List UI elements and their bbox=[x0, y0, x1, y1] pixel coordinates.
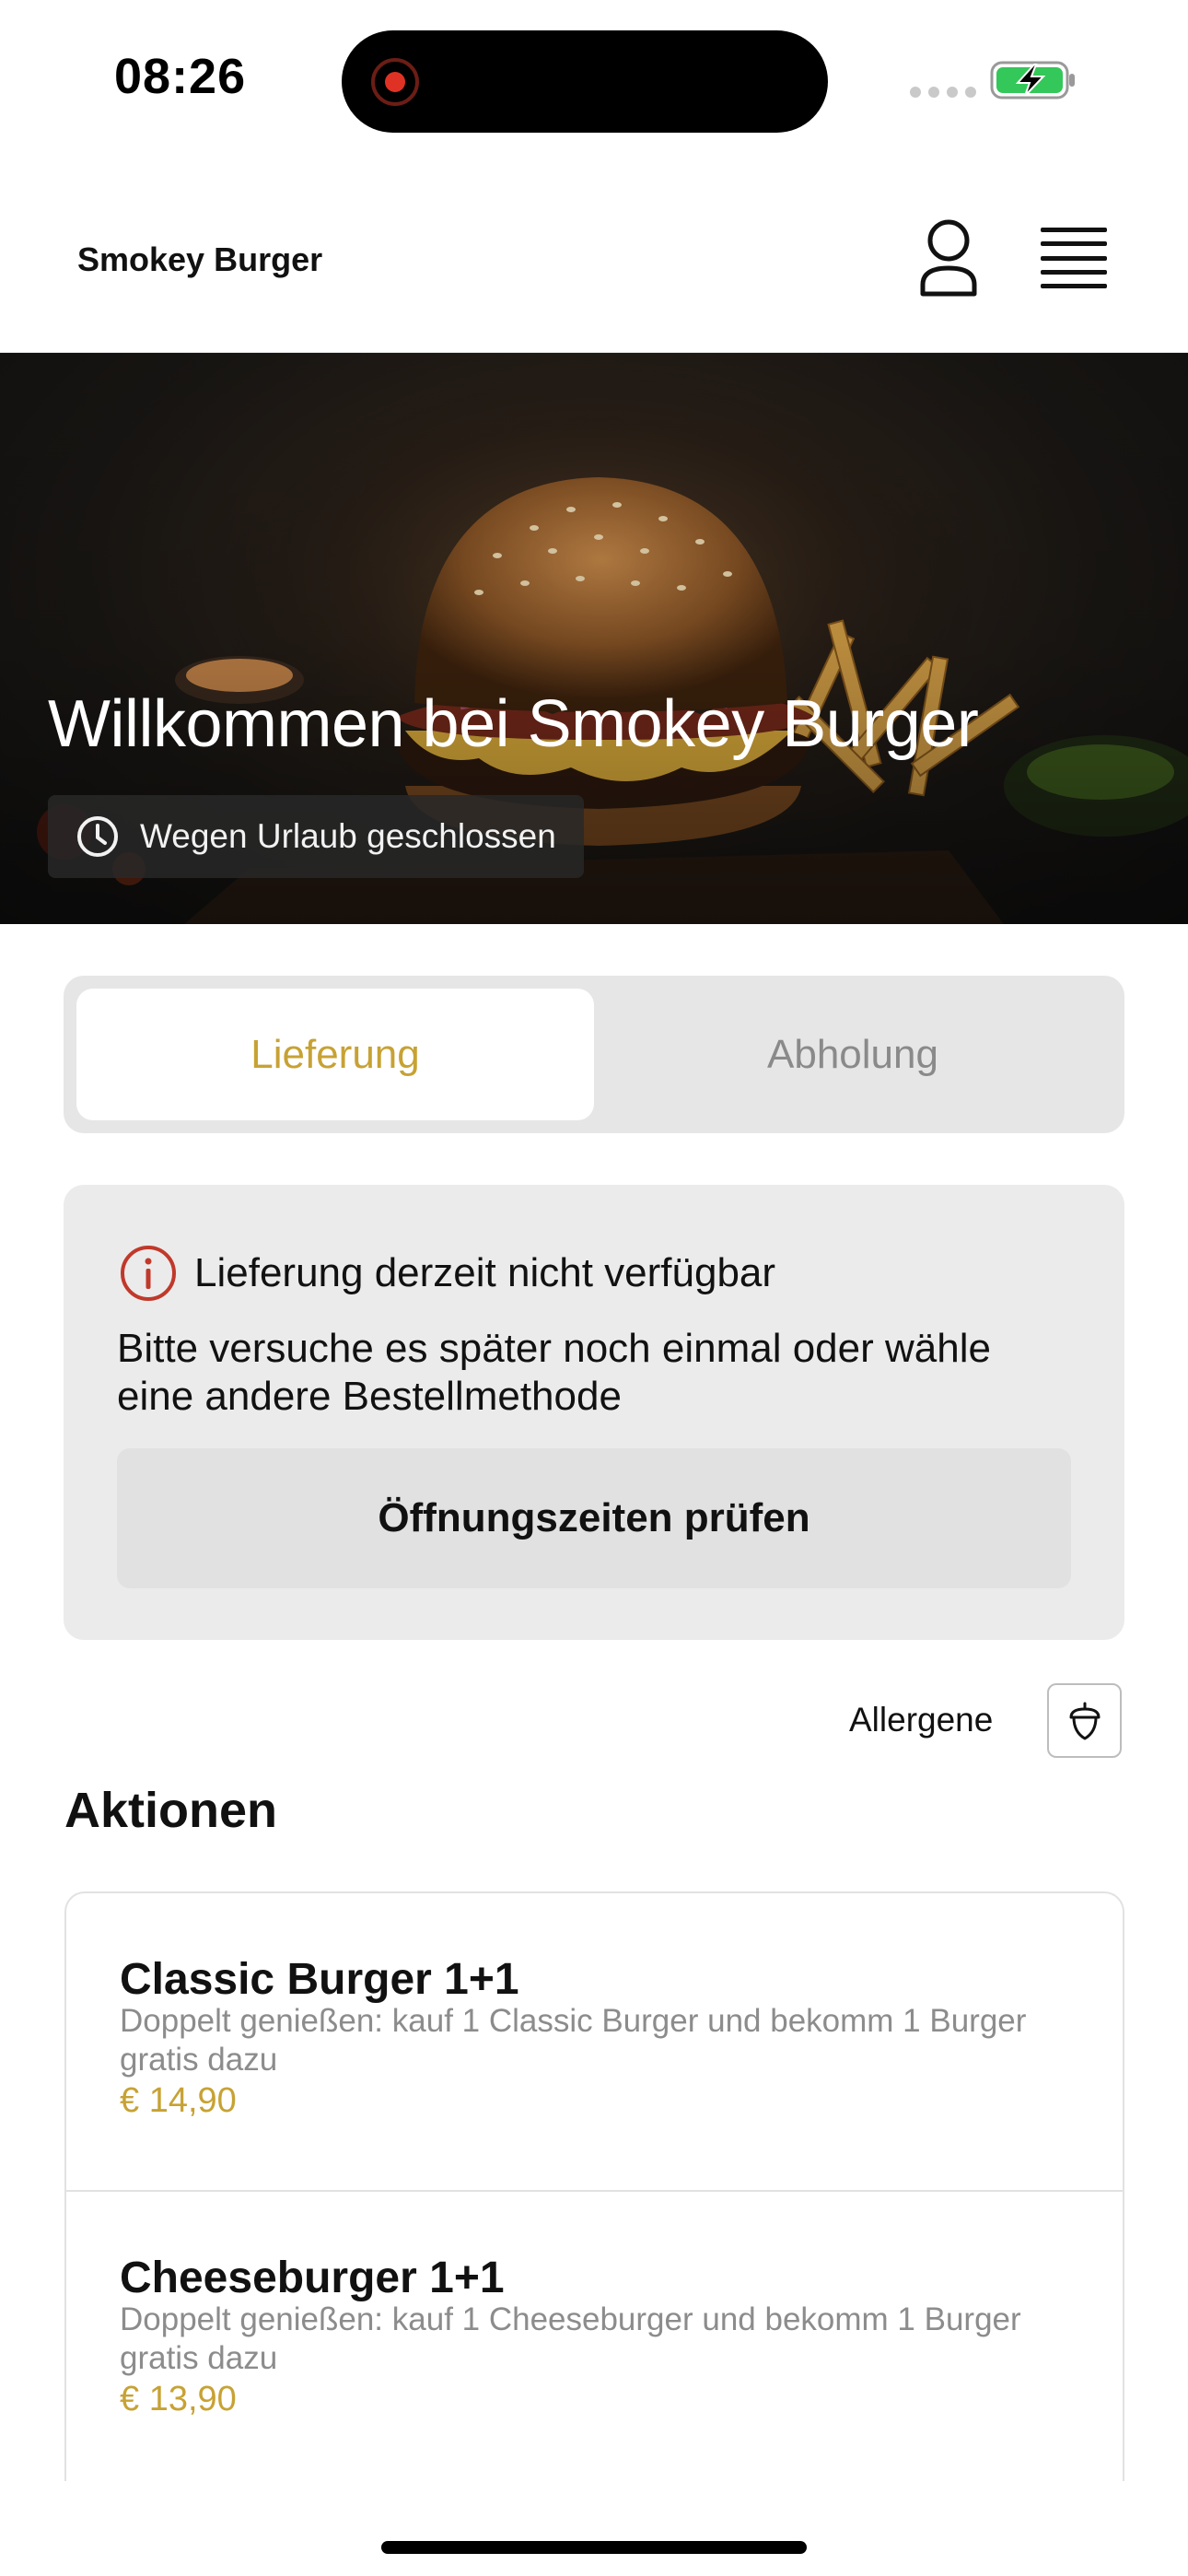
notice-title: Lieferung derzeit nicht verfügbar bbox=[194, 1250, 776, 1295]
delivery-unavailable-notice: Lieferung derzeit nicht verfügbar Bitte … bbox=[64, 1185, 1124, 1640]
clock-icon bbox=[77, 816, 118, 857]
acorn-icon bbox=[1069, 1702, 1100, 1739]
order-mode-toggle: Lieferung Abholung bbox=[64, 976, 1124, 1133]
product-price: € 13,90 bbox=[120, 2380, 237, 2418]
tab-delivery[interactable]: Lieferung bbox=[76, 989, 594, 1120]
product-description: Doppelt genießen: kauf 1 Cheeseburger un… bbox=[120, 2301, 1021, 2376]
product-name: Cheeseburger 1+1 bbox=[120, 2254, 505, 2302]
notice-body: Bitte versuche es später noch einmal ode… bbox=[117, 1326, 991, 1419]
info-icon bbox=[121, 1246, 176, 1301]
hamburger-menu-icon[interactable] bbox=[1041, 228, 1107, 288]
brand-name[interactable]: Smokey Burger bbox=[77, 240, 322, 279]
hero-title: Willkommen bei Smokey Burger bbox=[48, 687, 979, 761]
recording-indicator-icon bbox=[371, 58, 419, 106]
hero-banner: Willkommen bei Smokey Burger Wegen Urlau… bbox=[0, 353, 1188, 924]
home-indicator[interactable] bbox=[381, 2541, 807, 2554]
tab-pickup[interactable]: Abholung bbox=[594, 989, 1112, 1120]
list-item[interactable]: Cheeseburger 1+1 Doppelt genießen: kauf … bbox=[66, 2192, 1123, 2481]
check-opening-hours-button[interactable]: Öffnungszeiten prüfen bbox=[117, 1448, 1071, 1588]
list-item[interactable]: Classic Burger 1+1 Doppelt genießen: kau… bbox=[66, 1893, 1123, 2192]
section-title: Aktionen bbox=[64, 1783, 278, 1838]
app-header: Smokey Burger bbox=[0, 161, 1188, 353]
store-status-badge: Wegen Urlaub geschlossen bbox=[48, 795, 584, 878]
store-status-text: Wegen Urlaub geschlossen bbox=[140, 817, 556, 855]
allergens-button[interactable] bbox=[1047, 1683, 1122, 1758]
status-bar: 08:26 bbox=[0, 0, 1188, 161]
product-description: Doppelt genießen: kauf 1 Classic Burger … bbox=[120, 2003, 1027, 2078]
dynamic-island bbox=[342, 30, 828, 133]
status-time: 08:26 bbox=[114, 49, 247, 104]
product-price: € 14,90 bbox=[120, 2081, 237, 2120]
battery-charging-icon bbox=[990, 61, 1075, 100]
cellular-signal-icon bbox=[910, 87, 976, 98]
allergens-label[interactable]: Allergene bbox=[849, 1701, 993, 1739]
product-name: Classic Burger 1+1 bbox=[120, 1955, 519, 2004]
promotions-list: Classic Burger 1+1 Doppelt genießen: kau… bbox=[64, 1891, 1124, 2481]
profile-icon[interactable] bbox=[912, 217, 985, 299]
